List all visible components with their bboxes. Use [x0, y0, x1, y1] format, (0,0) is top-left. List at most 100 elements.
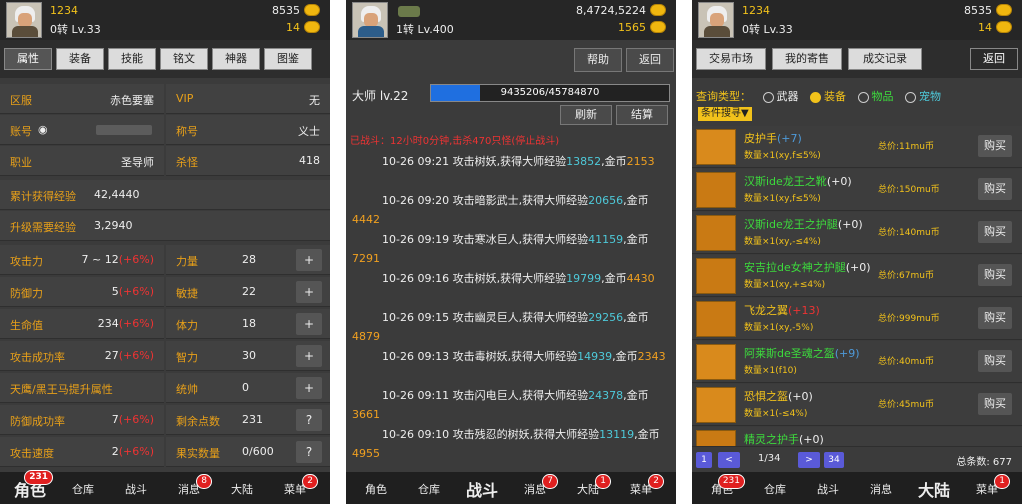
item-name[interactable]: 汉斯ide龙王之护腿(+0)	[744, 216, 863, 232]
page-first-button[interactable]: 1	[696, 452, 712, 468]
page-next-button[interactable]: >	[798, 452, 820, 468]
log-text: 10-26 09:19 攻击寒冰巨人,获得大师经验	[382, 233, 589, 246]
nav-item[interactable]: 消息 7	[510, 474, 560, 497]
item-name[interactable]: 恐惧之盔(+0)	[744, 388, 813, 404]
nav-item[interactable]: 菜单 1	[962, 474, 1012, 497]
page-indicator: 1/34	[758, 453, 781, 464]
refresh-button[interactable]: 刷新	[560, 105, 612, 125]
stat-label: 攻击成功率	[10, 351, 65, 364]
tab-codex[interactable]: 图鉴	[264, 48, 312, 70]
tab-equipment[interactable]: 装备	[56, 48, 104, 70]
tab-market[interactable]: 交易市场	[696, 48, 766, 70]
buy-button[interactable]: 购买	[978, 221, 1012, 243]
stat-bonus: (+6%)	[118, 445, 154, 458]
nav-item[interactable]: 角色	[351, 481, 401, 497]
stat-label: 果实数量	[176, 447, 220, 460]
query-row: 查询类型： 武器 装备 物品 宠物	[696, 88, 941, 104]
info-value: 418	[299, 154, 320, 167]
nav-item[interactable]: 仓库	[404, 481, 454, 497]
add-point-button[interactable]: +	[296, 281, 322, 303]
buy-button[interactable]: 购买	[978, 135, 1012, 157]
market-item: 汉斯ide龙王之靴(+0) 数量×1(xy,f≤5%) 总价:150mu币 购买	[692, 169, 1022, 211]
player-name: 1234	[742, 4, 770, 17]
battle-notice[interactable]: 已战斗：12小时0分钟,击杀470只怪(停止战斗)	[350, 132, 559, 147]
tab-skills[interactable]: 技能	[108, 48, 156, 70]
log-text: 10-26 09:13 攻击毒树妖,获得大师经验	[382, 350, 578, 363]
stat-label: 攻击速度	[10, 447, 54, 460]
nav-item[interactable]: 战斗	[457, 477, 507, 501]
gem-count: 1565	[618, 21, 646, 34]
back-button[interactable]: 返回	[970, 48, 1018, 70]
help-button[interactable]: ?	[296, 409, 322, 431]
nav-item[interactable]: 大陆	[217, 481, 267, 497]
log-exp: 20656	[588, 194, 624, 207]
player-name: 1234	[50, 4, 78, 17]
item-name[interactable]: 安吉拉de女神之护腿(+0)	[744, 259, 871, 275]
type-item[interactable]: 物品	[872, 90, 894, 103]
radio-equipment[interactable]	[810, 91, 821, 103]
item-qty: 数量×1(xy,f≤5%)	[744, 151, 821, 161]
page-last-button[interactable]: 34	[824, 452, 844, 468]
item-name[interactable]: 飞龙之翼(+13)	[744, 302, 820, 318]
radio-pet[interactable]	[905, 91, 916, 103]
stat-number: 7 ~ 12	[81, 253, 119, 266]
add-point-button[interactable]: +	[296, 345, 322, 367]
add-point-button[interactable]: +	[296, 249, 322, 271]
item-name[interactable]: 精灵之护手(+0)	[744, 431, 824, 446]
tab-attributes[interactable]: 属性	[4, 48, 52, 70]
buy-button[interactable]: 购买	[978, 264, 1012, 286]
buy-button[interactable]: 购买	[978, 307, 1012, 329]
stat-value: 18	[242, 317, 256, 330]
item-plus: (+0)	[837, 218, 863, 231]
add-point-button[interactable]: +	[296, 377, 322, 399]
nav-item[interactable]: 仓库	[750, 481, 800, 497]
gold-count: 8,4724,5224	[576, 4, 646, 17]
nav-item[interactable]: 角色 231	[5, 470, 55, 501]
item-name[interactable]: 皮护手(+7)	[744, 130, 802, 146]
item-icon	[696, 258, 736, 294]
radio-item[interactable]	[857, 91, 869, 103]
radio-weapon[interactable]	[762, 91, 774, 103]
log-entry: 10-26 09:15 攻击幽灵巨人,获得大师经验29256,金币 4879	[352, 308, 668, 346]
nav-item[interactable]: 大陆	[909, 477, 959, 501]
stat-row-left: 天鹰/黑王马提升属性	[0, 373, 164, 403]
filter-button[interactable]: 条件搜寻▼	[698, 107, 752, 121]
help-button[interactable]: 帮助	[574, 48, 622, 72]
nav-item[interactable]: 仓库	[58, 481, 108, 497]
stat-row-right: 统帅 0 +	[166, 373, 330, 403]
tab-artifact[interactable]: 神器	[212, 48, 260, 70]
buy-button[interactable]: 购买	[978, 393, 1012, 415]
item-name[interactable]: 汉斯ide龙王之靴(+0)	[744, 173, 852, 189]
help-button[interactable]: ?	[296, 441, 322, 463]
log-entry: 10-26 09:19 攻击寒冰巨人,获得大师经验41159,金币 7291	[352, 230, 668, 268]
type-weapon[interactable]: 武器	[777, 90, 799, 103]
buy-button[interactable]: 购买	[978, 350, 1012, 372]
eye-icon[interactable]: ◉	[38, 123, 48, 136]
bottom-nav: 角色 231 仓库 战斗 消息 大陆 菜单 1	[692, 472, 1022, 504]
tab-inscription[interactable]: 铭文	[160, 48, 208, 70]
type-pet[interactable]: 宠物	[919, 90, 941, 103]
back-button[interactable]: 返回	[626, 48, 674, 72]
avatar[interactable]	[698, 2, 734, 38]
avatar[interactable]	[352, 2, 388, 38]
nav-item[interactable]: 消息 8	[164, 474, 214, 497]
page-prev-button[interactable]: <	[718, 452, 740, 468]
nav-item[interactable]: 菜单 2	[616, 474, 666, 497]
item-name[interactable]: 阿莱斯de圣魂之盔(+9)	[744, 345, 860, 361]
tab-deal-records[interactable]: 成交记录	[848, 48, 922, 70]
nav-item[interactable]: 战斗	[803, 481, 853, 497]
info-value: 无	[309, 94, 320, 107]
type-equipment[interactable]: 装备	[824, 90, 846, 103]
settle-button[interactable]: 结算	[616, 105, 668, 125]
nav-item[interactable]: 战斗	[111, 481, 161, 497]
add-point-button[interactable]: +	[296, 313, 322, 335]
nav-item[interactable]: 大陆 1	[563, 474, 613, 497]
item-name-text: 精灵之护手	[744, 433, 799, 446]
nav-item[interactable]: 角色 231	[697, 474, 747, 497]
stat-row-left: 生命值 234(+6%)	[0, 309, 164, 339]
tab-my-consignment[interactable]: 我的寄售	[772, 48, 842, 70]
avatar[interactable]	[6, 2, 42, 38]
nav-item[interactable]: 消息	[856, 481, 906, 497]
buy-button[interactable]: 购买	[978, 178, 1012, 200]
nav-item[interactable]: 菜单 2	[270, 474, 320, 497]
